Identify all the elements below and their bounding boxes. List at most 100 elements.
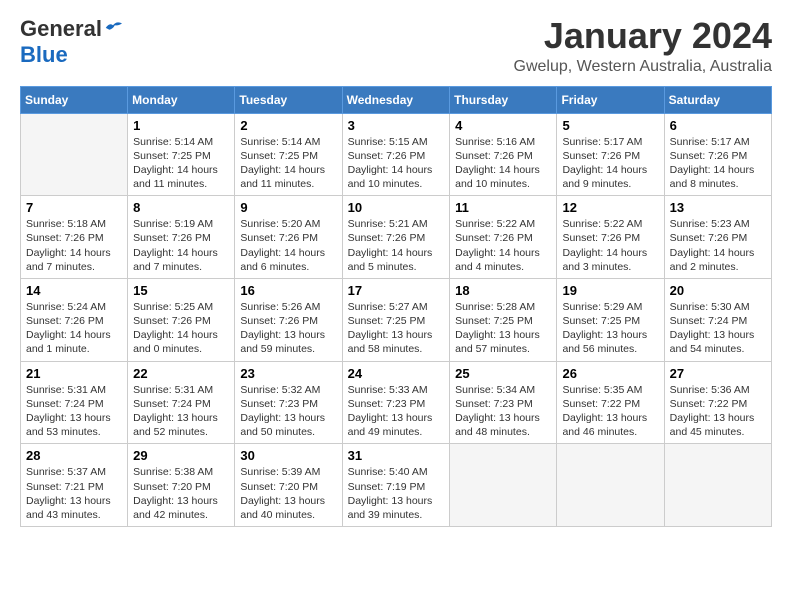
day-number: 11: [455, 200, 551, 215]
day-number: 15: [133, 283, 229, 298]
calendar-cell: 2 Sunrise: 5:14 AM Sunset: 7:25 PM Daylig…: [235, 113, 342, 196]
day-number: 5: [562, 118, 658, 133]
calendar-week-row: 21 Sunrise: 5:31 AM Sunset: 7:24 PM Dayli…: [21, 361, 772, 444]
calendar-cell: 25Sunrise: 5:34 AM Sunset: 7:23 PM Dayli…: [450, 361, 557, 444]
calendar-week-row: 14Sunrise: 5:24 AM Sunset: 7:26 PM Dayli…: [21, 278, 772, 361]
cell-info: Sunrise: 5:31 AM Sunset: 7:24 PM Dayligh…: [133, 383, 229, 440]
calendar-week-row: 7 Sunrise: 5:18 AM Sunset: 7:26 PM Daylig…: [21, 196, 772, 279]
day-header-tuesday: Tuesday: [235, 86, 342, 113]
cell-info: Sunrise: 5:17 AM Sunset: 7:26 PM Dayligh…: [670, 135, 766, 192]
cell-info: Sunrise: 5:17 AM Sunset: 7:26 PM Dayligh…: [562, 135, 658, 192]
calendar-cell: 9 Sunrise: 5:20 AM Sunset: 7:26 PM Daylig…: [235, 196, 342, 279]
day-number: 29: [133, 448, 229, 463]
calendar-cell: 15 Sunrise: 5:25 AM Sunset: 7:26 PM Dayli…: [128, 278, 235, 361]
calendar-cell: 19 Sunrise: 5:29 AM Sunset: 7:25 PM Dayli…: [557, 278, 664, 361]
day-number: 21: [26, 366, 122, 381]
cell-info: Sunrise: 5:31 AM Sunset: 7:24 PM Dayligh…: [26, 383, 122, 440]
calendar-week-row: 1 Sunrise: 5:14 AM Sunset: 7:25 PM Daylig…: [21, 113, 772, 196]
calendar-cell: [21, 113, 128, 196]
calendar-header-row: SundayMondayTuesdayWednesdayThursdayFrid…: [21, 86, 772, 113]
day-number: 7: [26, 200, 122, 215]
location-title: Gwelup, Western Australia, Australia: [514, 58, 773, 76]
calendar-cell: 28 Sunrise: 5:37 AM Sunset: 7:21 PM Dayli…: [21, 444, 128, 527]
calendar-cell: 27 Sunrise: 5:36 AM Sunset: 7:22 PM Dayli…: [664, 361, 771, 444]
cell-info: Sunrise: 5:20 AM Sunset: 7:26 PM Dayligh…: [240, 217, 336, 274]
calendar-cell: [557, 444, 664, 527]
calendar-cell: 17Sunrise: 5:27 AM Sunset: 7:25 PM Dayli…: [342, 278, 450, 361]
cell-info: Sunrise: 5:14 AM Sunset: 7:25 PM Dayligh…: [133, 135, 229, 192]
day-number: 28: [26, 448, 122, 463]
day-number: 30: [240, 448, 336, 463]
month-title: January 2024: [514, 16, 773, 56]
cell-info: Sunrise: 5:32 AM Sunset: 7:23 PM Dayligh…: [240, 383, 336, 440]
day-number: 27: [670, 366, 766, 381]
cell-info: Sunrise: 5:14 AM Sunset: 7:25 PM Dayligh…: [240, 135, 336, 192]
cell-info: Sunrise: 5:15 AM Sunset: 7:26 PM Dayligh…: [348, 135, 445, 192]
calendar-cell: 7 Sunrise: 5:18 AM Sunset: 7:26 PM Daylig…: [21, 196, 128, 279]
calendar-cell: 4 Sunrise: 5:16 AM Sunset: 7:26 PM Daylig…: [450, 113, 557, 196]
logo-bird-icon: [104, 20, 122, 34]
day-number: 13: [670, 200, 766, 215]
cell-info: Sunrise: 5:18 AM Sunset: 7:26 PM Dayligh…: [26, 217, 122, 274]
calendar-cell: 13 Sunrise: 5:23 AM Sunset: 7:26 PM Dayli…: [664, 196, 771, 279]
cell-info: Sunrise: 5:21 AM Sunset: 7:26 PM Dayligh…: [348, 217, 445, 274]
calendar-cell: 6Sunrise: 5:17 AM Sunset: 7:26 PM Daylig…: [664, 113, 771, 196]
cell-info: Sunrise: 5:29 AM Sunset: 7:25 PM Dayligh…: [562, 300, 658, 357]
calendar-cell: 18Sunrise: 5:28 AM Sunset: 7:25 PM Dayli…: [450, 278, 557, 361]
cell-info: Sunrise: 5:25 AM Sunset: 7:26 PM Dayligh…: [133, 300, 229, 357]
calendar-cell: 10 Sunrise: 5:21 AM Sunset: 7:26 PM Dayli…: [342, 196, 450, 279]
day-number: 23: [240, 366, 336, 381]
cell-info: Sunrise: 5:27 AM Sunset: 7:25 PM Dayligh…: [348, 300, 445, 357]
calendar-cell: 8 Sunrise: 5:19 AM Sunset: 7:26 PM Daylig…: [128, 196, 235, 279]
calendar-cell: 1 Sunrise: 5:14 AM Sunset: 7:25 PM Daylig…: [128, 113, 235, 196]
calendar-cell: 16Sunrise: 5:26 AM Sunset: 7:26 PM Dayli…: [235, 278, 342, 361]
calendar-week-row: 28 Sunrise: 5:37 AM Sunset: 7:21 PM Dayli…: [21, 444, 772, 527]
page-header: General Blue January 2024 Gwelup, Wester…: [20, 16, 772, 76]
day-number: 18: [455, 283, 551, 298]
day-number: 2: [240, 118, 336, 133]
calendar-cell: [450, 444, 557, 527]
cell-info: Sunrise: 5:36 AM Sunset: 7:22 PM Dayligh…: [670, 383, 766, 440]
cell-info: Sunrise: 5:37 AM Sunset: 7:21 PM Dayligh…: [26, 465, 122, 522]
day-number: 20: [670, 283, 766, 298]
calendar-cell: 23 Sunrise: 5:32 AM Sunset: 7:23 PM Dayli…: [235, 361, 342, 444]
calendar-cell: 26 Sunrise: 5:35 AM Sunset: 7:22 PM Dayli…: [557, 361, 664, 444]
logo-general-text: General: [20, 16, 102, 42]
day-header-friday: Friday: [557, 86, 664, 113]
calendar-cell: 12 Sunrise: 5:22 AM Sunset: 7:26 PM Dayli…: [557, 196, 664, 279]
cell-info: Sunrise: 5:35 AM Sunset: 7:22 PM Dayligh…: [562, 383, 658, 440]
calendar-cell: 24Sunrise: 5:33 AM Sunset: 7:23 PM Dayli…: [342, 361, 450, 444]
day-number: 9: [240, 200, 336, 215]
cell-info: Sunrise: 5:22 AM Sunset: 7:26 PM Dayligh…: [562, 217, 658, 274]
day-header-sunday: Sunday: [21, 86, 128, 113]
day-header-saturday: Saturday: [664, 86, 771, 113]
day-header-monday: Monday: [128, 86, 235, 113]
day-number: 10: [348, 200, 445, 215]
cell-info: Sunrise: 5:24 AM Sunset: 7:26 PM Dayligh…: [26, 300, 122, 357]
day-number: 25: [455, 366, 551, 381]
calendar-cell: 22Sunrise: 5:31 AM Sunset: 7:24 PM Dayli…: [128, 361, 235, 444]
logo-blue-text: Blue: [20, 42, 68, 68]
day-number: 31: [348, 448, 445, 463]
cell-info: Sunrise: 5:23 AM Sunset: 7:26 PM Dayligh…: [670, 217, 766, 274]
day-number: 4: [455, 118, 551, 133]
day-number: 12: [562, 200, 658, 215]
day-header-wednesday: Wednesday: [342, 86, 450, 113]
cell-info: Sunrise: 5:19 AM Sunset: 7:26 PM Dayligh…: [133, 217, 229, 274]
cell-info: Sunrise: 5:26 AM Sunset: 7:26 PM Dayligh…: [240, 300, 336, 357]
calendar-cell: [664, 444, 771, 527]
calendar-table: SundayMondayTuesdayWednesdayThursdayFrid…: [20, 86, 772, 527]
cell-info: Sunrise: 5:38 AM Sunset: 7:20 PM Dayligh…: [133, 465, 229, 522]
cell-info: Sunrise: 5:16 AM Sunset: 7:26 PM Dayligh…: [455, 135, 551, 192]
day-number: 8: [133, 200, 229, 215]
title-block: January 2024 Gwelup, Western Australia, …: [514, 16, 773, 76]
day-header-thursday: Thursday: [450, 86, 557, 113]
day-number: 26: [562, 366, 658, 381]
calendar-cell: 3Sunrise: 5:15 AM Sunset: 7:26 PM Daylig…: [342, 113, 450, 196]
cell-info: Sunrise: 5:30 AM Sunset: 7:24 PM Dayligh…: [670, 300, 766, 357]
calendar-cell: 11Sunrise: 5:22 AM Sunset: 7:26 PM Dayli…: [450, 196, 557, 279]
day-number: 1: [133, 118, 229, 133]
logo: General Blue: [20, 16, 122, 68]
day-number: 19: [562, 283, 658, 298]
calendar-cell: 20 Sunrise: 5:30 AM Sunset: 7:24 PM Dayli…: [664, 278, 771, 361]
